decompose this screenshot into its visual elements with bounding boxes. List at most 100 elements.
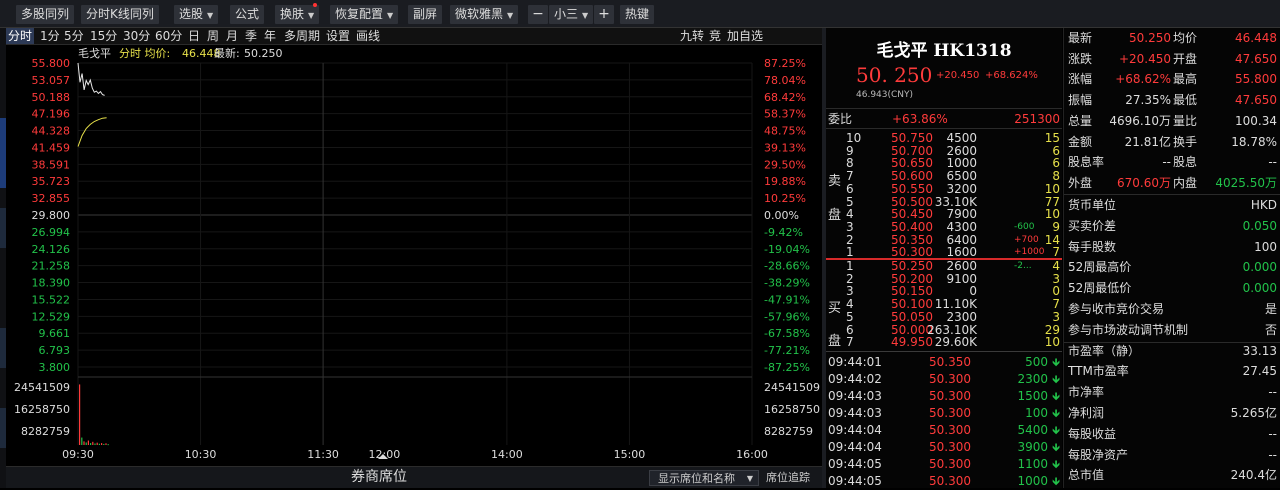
detail-label: 总市值	[1068, 468, 1105, 483]
nine-turn-button[interactable]: 九转	[678, 28, 706, 44]
stat-label: 股息	[1173, 155, 1198, 170]
broker-seat-title: 券商席位	[351, 469, 407, 485]
tab-multi-period[interactable]: 多周期	[282, 28, 322, 44]
volume-bar	[103, 443, 105, 445]
detail-value: 33.13	[1242, 343, 1277, 358]
tab-draw-line[interactable]: 画线	[354, 28, 382, 44]
detail-label: 市盈率（静）	[1068, 343, 1141, 358]
quote-stat-row: 涨幅 +68.62% 最高 55.800	[1064, 70, 1280, 89]
detail-label: 52周最高价	[1068, 260, 1132, 275]
chart-legend-avg-label: 分时 均价:	[119, 47, 170, 60]
pick-stock-label: 选股	[179, 7, 204, 21]
pct-tick-label: 58.37%	[764, 108, 806, 121]
stat-label: 外盘	[1068, 175, 1093, 190]
stat-label: 内盘	[1173, 175, 1198, 190]
detail-value: 5.265亿	[1230, 406, 1277, 420]
tick-volume: 1000	[1017, 474, 1048, 488]
chart-legend-last-label: 最新:	[214, 46, 240, 60]
multi-stock-button[interactable]: 多股同列	[16, 5, 75, 24]
formula-button[interactable]: 公式	[230, 5, 265, 24]
restore-config-dropdown[interactable]: 恢复配置 ▼	[330, 5, 399, 24]
kline-multi-button[interactable]: 分时K线同列	[81, 5, 159, 24]
volume-bar	[90, 443, 92, 445]
tick-time: 09:44:03	[828, 389, 882, 403]
price-line	[77, 62, 105, 96]
tab-60min[interactable]: 60分	[153, 28, 184, 44]
pct-tick-label: -38.29%	[764, 277, 810, 290]
chevron-down-icon: ▼	[387, 11, 394, 20]
price-tick-label: 47.196	[32, 108, 71, 121]
stat-label: 最新	[1068, 31, 1093, 45]
tab-intraday[interactable]: 分时	[6, 28, 35, 44]
seat-display-select[interactable]: 显示席位和名称 ▼	[649, 470, 759, 486]
tab-week[interactable]: 周	[205, 28, 221, 44]
chart-legend-last-value: 50.250	[244, 47, 283, 60]
auction-button[interactable]: 竞	[707, 28, 723, 44]
stat-label: 总量	[1068, 113, 1093, 128]
bid-lvl: 7	[846, 335, 854, 350]
price-tick-label: 50.188	[32, 91, 71, 104]
quote-detail-row: 买卖价差 0.050	[1064, 217, 1280, 236]
add-watchlist-button[interactable]: 加自选	[725, 28, 765, 44]
skin-dropdown[interactable]: 换肤 ▼	[275, 3, 320, 24]
time-axis-label: 15:00	[614, 448, 646, 460]
seat-tracking-button[interactable]: 席位追踪	[766, 467, 810, 488]
volume-bar	[79, 384, 81, 445]
tab-year[interactable]: 年	[262, 28, 278, 44]
font-dropdown[interactable]: 微软雅黑 ▼	[450, 5, 519, 24]
notification-dot-icon	[313, 3, 318, 7]
tab-30min[interactable]: 30分	[121, 28, 152, 44]
tab-month[interactable]: 月	[224, 28, 240, 44]
stat-value: 47.650	[1235, 93, 1277, 108]
tick-volume: 1500	[1017, 389, 1048, 403]
down-arrow-icon: 🡻	[1052, 373, 1060, 386]
font-size-dropdown[interactable]: 小三 ▼	[549, 5, 594, 24]
price-tick-label: 26.994	[32, 226, 71, 239]
stat-value: +68.62%	[1115, 72, 1171, 87]
tab-quarter[interactable]: 季	[243, 28, 259, 44]
tick-volume: 3900	[1017, 440, 1048, 454]
font-decrease-button[interactable]: −	[528, 5, 548, 24]
tick-time: 09:44:05	[828, 474, 882, 488]
bid-level-row[interactable]: 7 49.950 29.60K 10	[826, 335, 1062, 349]
tab-day[interactable]: 日	[186, 28, 202, 44]
stat-value: 50.250	[1129, 31, 1171, 45]
price-tick-label: 41.459	[32, 141, 71, 154]
tab-5min[interactable]: 5分	[62, 28, 86, 44]
down-arrow-icon: 🡻	[1052, 458, 1060, 471]
quote-stat-row: 振幅 27.35% 最低 47.650	[1064, 91, 1280, 110]
tick-time: 09:44:01	[828, 355, 882, 369]
tick-price: 50.300	[929, 440, 971, 454]
time-axis-label: 09:30	[62, 448, 94, 460]
chevron-down-icon: ▼	[207, 11, 214, 20]
stat-value: +20.450	[1118, 51, 1171, 66]
quote-stat-row: 股息率 -- 股息 --	[1064, 153, 1280, 172]
stat-label: 均价	[1173, 31, 1198, 45]
weibi-value: +63.86%	[892, 112, 948, 126]
stat-label: 涨跌	[1068, 51, 1093, 66]
bid-cnt: 10	[1044, 335, 1060, 350]
hotkey-button[interactable]: 热键	[620, 5, 655, 24]
volume-bar	[94, 443, 96, 445]
down-arrow-icon: 🡻	[1052, 407, 1060, 420]
tab-settings[interactable]: 设置	[324, 28, 352, 44]
pct-tick-label: -9.42%	[764, 226, 803, 239]
intraday-chart[interactable]: 55.800 53.057 50.188 47.196 44.328 41.459 38.5…	[6, 45, 823, 461]
sub-screen-button[interactable]: 副屏	[408, 5, 443, 24]
tab-1min[interactable]: 1分	[38, 28, 62, 44]
volume-bar	[98, 443, 100, 445]
detail-value: HKD	[1250, 198, 1277, 212]
price-tick-label: 29.800	[32, 209, 71, 222]
pick-stock-dropdown[interactable]: 选股 ▼	[174, 5, 219, 24]
weibi-row: 委比 +63.86% 251300	[826, 110, 1062, 128]
stat-value: 4025.50万	[1215, 175, 1277, 190]
volume-bar	[81, 437, 83, 445]
volume-bar	[87, 440, 89, 445]
quote-detail-row: 每股收益 --	[1064, 425, 1280, 444]
volume-bar	[92, 441, 94, 445]
tab-15min[interactable]: 15分	[88, 28, 119, 44]
tick-price: 50.300	[929, 423, 971, 437]
font-increase-button[interactable]: +	[594, 5, 614, 24]
divider	[826, 128, 1062, 129]
quote-stat-row: 涨跌 +20.450 开盘 47.650	[1064, 50, 1280, 69]
